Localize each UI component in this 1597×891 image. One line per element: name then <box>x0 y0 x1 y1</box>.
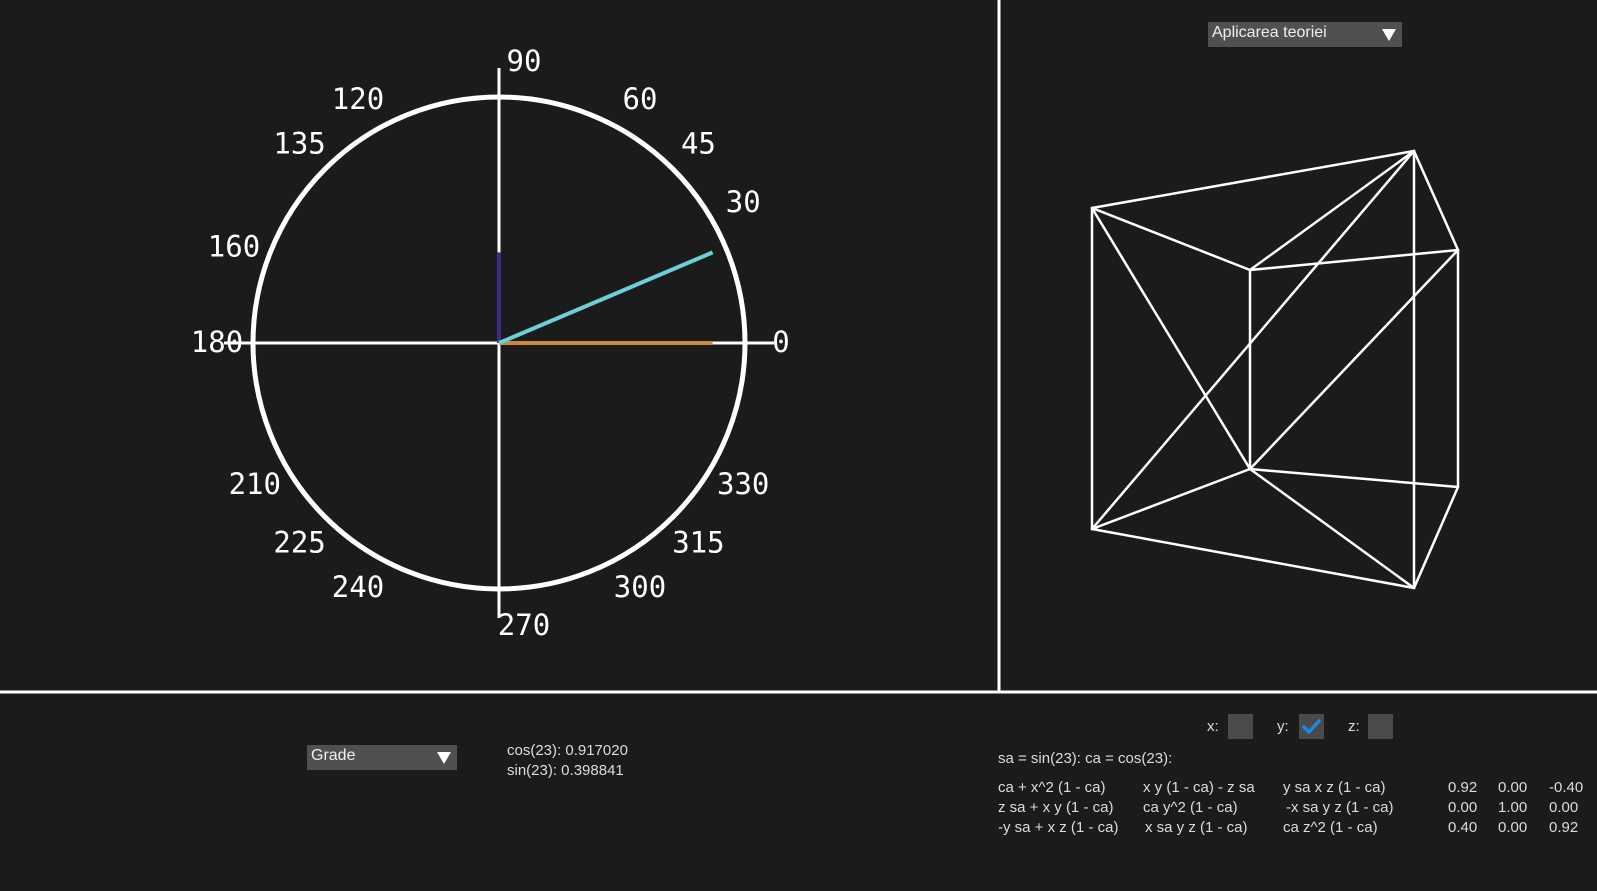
chevron-down-icon <box>437 751 451 764</box>
wireframe-edge <box>1090 149 1416 210</box>
angle-label: 90 <box>507 44 542 78</box>
wireframe-edge <box>1248 248 1460 272</box>
matrix-formula-cell: x sa y z (1 - ca) <box>1145 819 1248 836</box>
matrix-value-cell: 0.92 <box>1448 779 1478 796</box>
angle-label: 60 <box>623 82 658 116</box>
wireframe-edge <box>1248 248 1460 471</box>
matrix-formula-cell: y sa x z (1 - ca) <box>1283 779 1386 796</box>
angle-label: 240 <box>332 570 384 604</box>
chevron-down-icon <box>1382 28 1396 41</box>
matrix-formula-cell: -x sa y z (1 - ca) <box>1286 799 1394 816</box>
y-axis-label: y: <box>1277 718 1289 735</box>
matrix-formula-cell: x y (1 - ca) - z sa <box>1143 779 1255 796</box>
matrix-value-cell: 0.00 <box>1498 819 1528 836</box>
theory-select-value: Aplicarea teoriei <box>1212 24 1327 41</box>
wireframe-edge <box>1412 149 1460 252</box>
matrix-formula-cell: ca y^2 (1 - ca) <box>1143 799 1238 816</box>
z-axis-checkbox[interactable] <box>1368 714 1393 739</box>
matrix-formula-cell: ca z^2 (1 - ca) <box>1283 819 1378 836</box>
matrix-value-cell: 0.00 <box>1448 799 1478 816</box>
angle-label: 180 <box>191 325 243 359</box>
matrix-value-cell: -0.40 <box>1549 779 1584 796</box>
formula-header: sa = sin(23): ca = cos(23): <box>998 750 1173 767</box>
angle-label: 210 <box>229 467 281 501</box>
wireframe-edge <box>1090 206 1252 471</box>
angle-label: 315 <box>672 525 724 559</box>
x-axis-label: x: <box>1207 718 1219 735</box>
matrix-formula-cell: z sa + x y (1 - ca) <box>998 799 1114 816</box>
angle-label: 135 <box>273 127 325 161</box>
matrix-value-cell: 0.00 <box>1498 779 1528 796</box>
matrix-value-cell: 1.00 <box>1498 799 1528 816</box>
rotated-cube-wireframe <box>1090 149 1460 590</box>
theory-select[interactable]: Aplicarea teoriei <box>1208 22 1402 47</box>
angle-label: 270 <box>498 608 550 642</box>
z-axis-label: z: <box>1348 718 1360 735</box>
wireframe-edge <box>1090 527 1416 590</box>
angle-radius[interactable] <box>498 250 714 345</box>
unit-select-value: Grade <box>311 747 356 764</box>
matrix-formula-cell: ca + x^2 (1 - ca) <box>998 779 1106 796</box>
unit-circle[interactable]: 0 30 45 60 90 120135 160 180 210 225240 270 300315 3… <box>191 44 790 642</box>
wireframe-edge <box>1248 467 1416 590</box>
x-axis-checkbox[interactable] <box>1228 714 1253 739</box>
wireframe-edge <box>1412 485 1460 590</box>
matrix-value-cell: 0.92 <box>1549 819 1579 836</box>
y-axis-checkbox[interactable] <box>1299 714 1324 739</box>
angle-label: 160 <box>208 230 260 264</box>
wireframe-edge <box>1090 206 1252 272</box>
angle-label: 30 <box>726 185 761 219</box>
angle-label: 120 <box>332 82 384 116</box>
matrix-formula-cell: -y sa + x z (1 - ca) <box>998 819 1119 836</box>
unit-select[interactable]: Grade <box>307 745 457 770</box>
wireframe-edge <box>1248 149 1416 272</box>
cos-readout: cos(23): 0.917020 <box>507 742 628 759</box>
checkmark-icon <box>1302 719 1321 734</box>
wireframe-edge <box>1090 467 1252 531</box>
wireframe-edge <box>1248 467 1460 489</box>
main-canvas: 0 30 45 60 90 120135 160 180 210 225240 270 300315 3… <box>0 0 1597 694</box>
angle-label: 330 <box>717 467 769 501</box>
matrix-value-cell: 0.40 <box>1448 819 1478 836</box>
sin-readout: sin(23): 0.398841 <box>507 762 624 779</box>
angle-label: 300 <box>614 570 666 604</box>
angle-label: 0 <box>772 325 789 359</box>
angle-label: 45 <box>681 127 716 161</box>
angle-label: 225 <box>273 525 325 559</box>
matrix-value-cell: 0.00 <box>1549 799 1579 816</box>
